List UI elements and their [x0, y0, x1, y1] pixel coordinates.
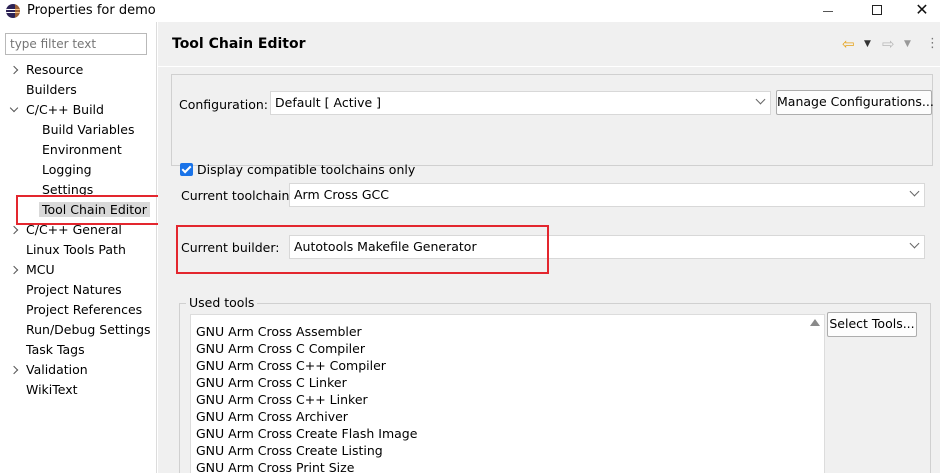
view-menu-icon[interactable]: ⋮	[926, 35, 939, 53]
tree-item-label: Project References	[26, 302, 143, 317]
minimize-icon	[823, 11, 833, 12]
tree-item-label: MCU	[26, 262, 55, 277]
left-pane: Resource Builders C/C++ Build Build Variabl…	[0, 22, 161, 473]
back-dropdown-icon[interactable]: ▼	[864, 38, 871, 50]
configuration-select[interactable]: Default [ Active ]	[270, 91, 771, 115]
page-header: Tool Chain Editor ⇦ ▼ ⇨ ▼ ⋮	[158, 22, 940, 66]
tree-item[interactable]: Builders	[26, 80, 77, 100]
tree-item-label: C/C++ Build	[26, 102, 104, 117]
header-divider	[158, 66, 940, 67]
current-toolchain-label: Current toolchain:	[181, 188, 294, 203]
filter-input[interactable]	[5, 33, 147, 55]
tree-item[interactable]: Project References	[26, 300, 142, 320]
tree-item-label: Run/Debug Settings	[26, 322, 151, 337]
page-title: Tool Chain Editor	[172, 36, 306, 52]
used-tools-legend: Used tools	[186, 295, 258, 310]
tree-item[interactable]: C/C++ Build	[26, 100, 104, 120]
list-item[interactable]: GNU Arm Cross Create Flash Image	[196, 425, 417, 442]
tree-item-label: Linux Tools Path	[26, 242, 126, 257]
tree-item[interactable]: Validation	[26, 360, 88, 380]
tree-item[interactable]: WikiText	[26, 380, 78, 400]
tree-item-label: Validation	[26, 362, 88, 377]
nav-toolbar: ⇦ ▼ ⇨ ▼ ⋮	[842, 35, 939, 53]
list-item[interactable]: GNU Arm Cross C Linker	[196, 374, 347, 391]
eclipse-logo-icon	[6, 4, 20, 18]
chevron-down-icon[interactable]	[10, 100, 20, 120]
list-item[interactable]: GNU Arm Cross Create Listing	[196, 442, 383, 459]
tree-item[interactable]: Logging	[42, 160, 92, 180]
list-item[interactable]: GNU Arm Cross C++ Compiler	[196, 357, 386, 374]
configuration-label: Configuration:	[179, 97, 268, 112]
right-pane: Tool Chain Editor ⇦ ▼ ⇨ ▼ ⋮ Configuratio…	[158, 22, 940, 473]
used-tools-list[interactable]: GNU Arm Cross Assembler GNU Arm Cross C C…	[190, 314, 825, 473]
tree-item-label: Environment	[42, 142, 122, 157]
list-item[interactable]: GNU Arm Cross Archiver	[196, 408, 348, 425]
tree-item[interactable]: Run/Debug Settings	[26, 320, 151, 340]
tree-item[interactable]: Linux Tools Path	[26, 240, 126, 260]
current-toolchain-value: Arm Cross GCC	[294, 187, 390, 202]
used-tools-group: Used tools GNU Arm Cross Assembler GNU Ar…	[179, 295, 931, 473]
list-item[interactable]: GNU Arm Cross Assembler	[196, 323, 362, 340]
tree-item-label: Logging	[42, 162, 92, 177]
current-toolchain-select[interactable]: Arm Cross GCC	[289, 183, 925, 207]
chevron-right-icon[interactable]	[10, 260, 20, 280]
tree-item[interactable]: Environment	[42, 140, 122, 160]
maximize-button[interactable]	[853, 0, 899, 22]
close-button[interactable]: ✕	[899, 0, 940, 22]
tree-item-label: Resource	[26, 62, 84, 77]
manage-configurations-button[interactable]: Manage Configurations...	[776, 90, 934, 115]
forward-arrow-icon[interactable]: ⇨	[882, 35, 895, 53]
list-item[interactable]: GNU Arm Cross Print Size	[196, 459, 354, 473]
list-item[interactable]: GNU Arm Cross C Compiler	[196, 340, 365, 357]
tree-item-label: Project Natures	[26, 282, 122, 297]
tree-item[interactable]: Project Natures	[26, 280, 122, 300]
tree-item[interactable]: Task Tags	[26, 340, 85, 360]
tree-item[interactable]: Resource	[26, 60, 83, 80]
tree-item-label: Builders	[26, 82, 77, 97]
chevron-down-icon	[755, 94, 766, 105]
chevron-down-icon	[909, 238, 920, 249]
tree-item[interactable]: MCU	[26, 260, 55, 280]
list-item[interactable]: GNU Arm Cross C++ Linker	[196, 391, 368, 408]
display-compatible-checkbox[interactable]	[180, 163, 193, 176]
tree-item-label: WikiText	[26, 382, 78, 397]
chevron-right-icon[interactable]	[10, 60, 20, 80]
scroll-up-icon[interactable]	[810, 319, 820, 326]
configuration-value: Default [ Active ]	[275, 95, 382, 110]
configuration-panel: Configuration: Default [ Active ] Manage…	[171, 74, 934, 166]
chevron-down-icon	[909, 186, 920, 197]
highlight-box-tree	[16, 195, 161, 225]
back-arrow-icon[interactable]: ⇦	[842, 35, 855, 53]
forward-dropdown-icon[interactable]: ▼	[904, 38, 911, 50]
maximize-icon	[872, 5, 882, 15]
display-compatible-label: Display compatible toolchains only	[197, 162, 416, 177]
minimize-button[interactable]	[805, 0, 851, 22]
select-tools-button[interactable]: Select Tools...	[827, 312, 917, 337]
window-title: Properties for demo	[27, 3, 156, 18]
title-bar: Properties for demo ✕	[0, 0, 940, 22]
tree-item-label: Task Tags	[26, 342, 85, 357]
chevron-right-icon[interactable]	[10, 360, 20, 380]
tree-item[interactable]: Build Variables	[42, 120, 134, 140]
tree-item-label: Build Variables	[42, 122, 135, 137]
highlight-box-builder	[176, 225, 549, 274]
